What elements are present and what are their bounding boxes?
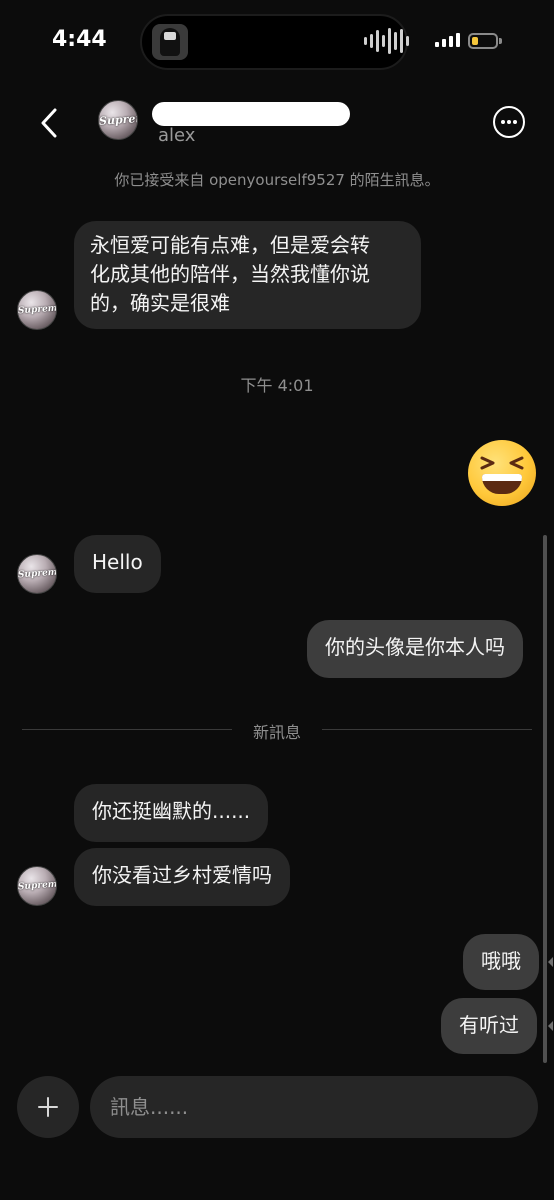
chevron-left-icon[interactable] bbox=[36, 106, 66, 140]
scroll-marker bbox=[548, 957, 553, 967]
ellipsis-circle-icon[interactable] bbox=[493, 106, 525, 138]
battery-tip bbox=[499, 38, 502, 44]
battery-icon bbox=[468, 33, 498, 49]
plus-icon[interactable] bbox=[17, 1076, 79, 1138]
message-request-note: 你已接受来自 openyourself9527 的陌生訊息。 bbox=[114, 171, 440, 188]
message-text: Hello bbox=[92, 550, 143, 574]
message-timestamp: 下午 4:01 bbox=[240, 376, 314, 395]
audio-waveform-icon bbox=[364, 28, 409, 54]
message-bubble-outgoing[interactable]: 有听过 bbox=[441, 998, 537, 1054]
message-bubble-incoming[interactable]: Hello bbox=[74, 535, 161, 593]
message-line: 的，确实是很难 bbox=[90, 291, 230, 315]
message-text: 你的头像是你本人吗 bbox=[325, 635, 505, 659]
scroll-marker bbox=[548, 1021, 553, 1031]
now-playing-artwork[interactable] bbox=[152, 24, 188, 60]
squint-eye-icon bbox=[480, 456, 495, 470]
sender-avatar[interactable]: Supreme bbox=[17, 290, 57, 330]
message-line: 化成其他的陪伴，当然我懂你说 bbox=[90, 262, 370, 286]
grinning-squinting-face-emoji[interactable] bbox=[468, 440, 536, 506]
message-bubble-incoming[interactable]: 你还挺幽默的...... bbox=[74, 784, 269, 842]
redacted-display-name[interactable] bbox=[152, 102, 350, 126]
contact-username[interactable]: alex bbox=[158, 125, 195, 146]
message-text: 你还挺幽默的...... bbox=[92, 799, 251, 823]
message-bubble-outgoing[interactable]: 你的头像是你本人吗 bbox=[307, 620, 523, 678]
sender-avatar[interactable]: Supreme bbox=[17, 554, 57, 594]
message-input[interactable] bbox=[90, 1076, 538, 1138]
squint-eye-icon bbox=[509, 456, 524, 470]
message-bubble-incoming[interactable]: 你没看过乡村爱情吗 bbox=[74, 848, 290, 906]
cellular-signal-icon bbox=[435, 33, 460, 47]
message-text: 你没看过乡村爱情吗 bbox=[92, 863, 272, 887]
scrollbar[interactable] bbox=[543, 535, 547, 1063]
message-bubble-incoming[interactable]: 永恒爱可能有点难，但是爱会转 化成其他的陪伴，当然我懂你说 的，确实是很难 bbox=[74, 221, 421, 329]
contact-avatar[interactable]: Supreme bbox=[98, 100, 138, 140]
message-line: 永恒爱可能有点难，但是爱会转 bbox=[90, 233, 370, 257]
open-mouth bbox=[482, 474, 522, 494]
new-messages-divider: 新訊息 bbox=[0, 719, 554, 743]
message-text: 有听过 bbox=[459, 1013, 519, 1037]
status-time: 4:44 bbox=[52, 27, 107, 52]
sender-avatar[interactable]: Supreme bbox=[17, 866, 57, 906]
message-text: 哦哦 bbox=[481, 949, 521, 973]
message-bubble-outgoing[interactable]: 哦哦 bbox=[463, 934, 539, 990]
avatar-logo: Supreme bbox=[98, 110, 138, 128]
